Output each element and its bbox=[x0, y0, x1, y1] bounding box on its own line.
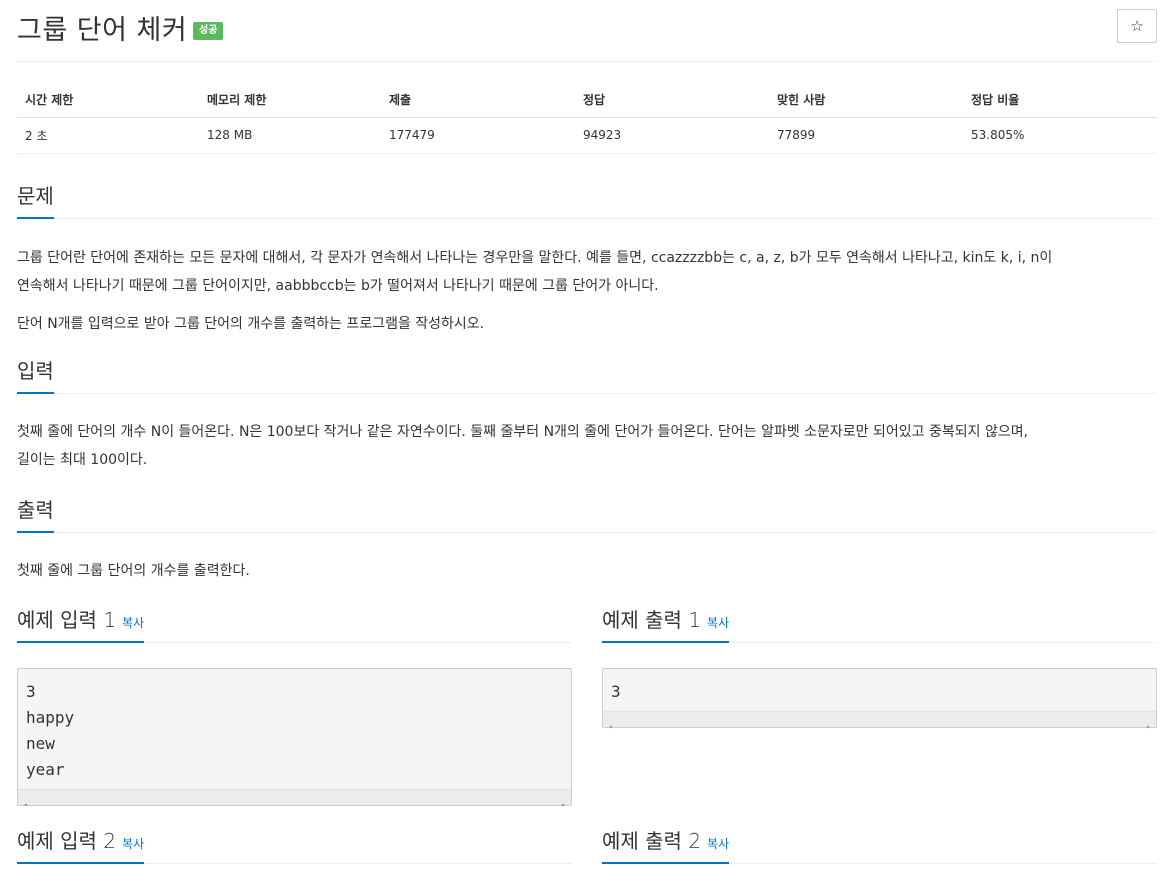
sample-output-1-code[interactable]: 3 ◂ ▸ bbox=[602, 667, 1157, 731]
status-badge: 성공 bbox=[193, 22, 224, 40]
sample-output-1-heading: 예제 출력 1 복사 bbox=[602, 607, 1157, 643]
stats-header-memory-limit: 메모리 제한 bbox=[199, 83, 381, 118]
output-body: 첫째 줄에 그룹 단어의 개수를 출력한다. bbox=[17, 557, 1157, 585]
problem-page: 그룹 단어 체커 성공 ☆ 시간 제한 메모리 제한 제출 정답 맞힌 사람 정… bbox=[0, 0, 1165, 890]
stats-header-row: 시간 제한 메모리 제한 제출 정답 맞힌 사람 정답 비율 bbox=[17, 83, 1157, 118]
horizontal-scrollbar[interactable]: ◂ ▸ bbox=[603, 710, 1156, 731]
output-heading: 출력 bbox=[17, 497, 1157, 533]
copy-sample-input-1-link[interactable]: 복사 bbox=[122, 616, 144, 630]
description-heading: 문제 bbox=[17, 183, 1157, 219]
input-heading: 입력 bbox=[17, 358, 1157, 394]
horizontal-scrollbar[interactable]: ◂ ▸ bbox=[18, 788, 571, 809]
sample-output-2-label: 예제 출력 2 bbox=[602, 828, 702, 853]
copy-sample-input-2-link[interactable]: 복사 bbox=[122, 837, 144, 851]
sample-input-2-label: 예제 입력 2 bbox=[17, 828, 117, 853]
sample-input-2-heading: 예제 입력 2 복사 bbox=[17, 828, 572, 864]
scroll-left-arrow-icon[interactable]: ◂ bbox=[23, 792, 28, 818]
scroll-right-arrow-icon[interactable]: ▸ bbox=[1146, 714, 1151, 740]
copy-sample-output-2-link[interactable]: 복사 bbox=[707, 837, 729, 851]
problem-stats-table: 시간 제한 메모리 제한 제출 정답 맞힌 사람 정답 비율 2 초 128 M… bbox=[17, 83, 1157, 154]
stats-header-accepted: 정답 bbox=[575, 83, 769, 118]
sample-output-1-block: 예제 출력 1 복사 3 ◂ ▸ bbox=[602, 607, 1157, 806]
description-body: 그룹 단어란 단어에 존재하는 모든 문자에 대해서, 각 문자가 연속해서 나… bbox=[17, 244, 1157, 338]
copy-sample-output-1-link[interactable]: 복사 bbox=[707, 616, 729, 630]
code-line: new bbox=[26, 733, 55, 753]
output-line-1: 첫째 줄에 그룹 단어의 개수를 출력한다. bbox=[17, 562, 250, 579]
input-body: 첫째 줄에 단어의 개수 N이 들어온다. N은 100보다 작거나 같은 자연… bbox=[17, 418, 1157, 474]
stats-value-row: 2 초 128 MB 177479 94923 77899 53.805% bbox=[17, 117, 1157, 154]
stats-header-submissions: 제출 bbox=[381, 83, 575, 118]
stats-header-solvers: 맞힌 사람 bbox=[769, 83, 963, 118]
stats-memory-limit: 128 MB bbox=[199, 117, 381, 154]
code-line: happy bbox=[26, 707, 75, 727]
input-title: 입력 bbox=[17, 358, 54, 394]
description-title: 문제 bbox=[17, 183, 54, 219]
sample-output-2-heading: 예제 출력 2 복사 bbox=[602, 828, 1157, 864]
sample-input-1-label: 예제 입력 1 bbox=[17, 607, 117, 632]
input-line-1: 첫째 줄에 단어의 개수 N이 들어온다. N은 100보다 작거나 같은 자연… bbox=[17, 423, 1029, 440]
favorite-button[interactable]: ☆ bbox=[1117, 9, 1157, 43]
scroll-right-arrow-icon[interactable]: ▸ bbox=[561, 792, 566, 818]
output-title: 출력 bbox=[17, 497, 54, 533]
sample-output-1-label: 예제 출력 1 bbox=[602, 607, 702, 632]
input-line-2: 길이는 최대 100이다. bbox=[17, 451, 148, 468]
sample-input-2-block: 예제 입력 2 복사 bbox=[17, 828, 572, 864]
output-section: 출력 첫째 줄에 그룹 단어의 개수를 출력한다. bbox=[17, 497, 1157, 585]
stats-header-ratio: 정답 비율 bbox=[963, 83, 1157, 118]
description-section: 문제 그룹 단어란 단어에 존재하는 모든 문자에 대해서, 각 문자가 연속해… bbox=[17, 183, 1157, 338]
sample-output-2-block: 예제 출력 2 복사 bbox=[602, 828, 1157, 864]
stats-submissions: 177479 bbox=[381, 117, 575, 154]
star-icon: ☆ bbox=[1130, 17, 1144, 35]
sample-input-1-title: 예제 입력 1 복사 bbox=[17, 607, 145, 643]
sample-input-2-title: 예제 입력 2 복사 bbox=[17, 828, 145, 864]
scroll-left-arrow-icon[interactable]: ◂ bbox=[608, 714, 613, 740]
problem-title: 그룹 단어 체커 bbox=[17, 15, 188, 46]
description-line-2: 연속해서 나타나기 때문에 그룹 단어이지만, aabbbccb는 b가 떨어져… bbox=[17, 277, 659, 294]
samples-row-2: 예제 입력 2 복사 예제 출력 2 복사 bbox=[17, 828, 1157, 864]
stats-header-time-limit: 시간 제한 bbox=[17, 83, 199, 118]
description-line-3: 단어 N개를 입력으로 받아 그룹 단어의 개수를 출력하는 프로그램을 작성하… bbox=[17, 315, 485, 332]
sample-input-1-block: 예제 입력 1 복사 3 happy new year ◂ ▸ bbox=[17, 607, 572, 809]
code-line: year bbox=[26, 759, 65, 779]
stats-ratio: 53.805% bbox=[963, 117, 1157, 154]
description-line-1: 그룹 단어란 단어에 존재하는 모든 문자에 대해서, 각 문자가 연속해서 나… bbox=[17, 249, 1053, 266]
stats-time-limit: 2 초 bbox=[17, 117, 199, 154]
code-line: 3 bbox=[26, 681, 36, 701]
sample-output-1-title: 예제 출력 1 복사 bbox=[602, 607, 730, 643]
stats-solvers: 77899 bbox=[769, 117, 963, 154]
input-section: 입력 첫째 줄에 단어의 개수 N이 들어온다. N은 100보다 작거나 같은… bbox=[17, 358, 1157, 474]
sample-output-2-title: 예제 출력 2 복사 bbox=[602, 828, 730, 864]
sample-input-1-code[interactable]: 3 happy new year ◂ ▸ bbox=[17, 667, 572, 809]
samples-row-1: 예제 입력 1 복사 3 happy new year ◂ ▸ 예제 출력 1 복사 bbox=[17, 607, 1157, 809]
problem-header: 그룹 단어 체커 성공 ☆ bbox=[17, 0, 1157, 62]
stats-accepted: 94923 bbox=[575, 117, 769, 154]
code-line: 3 bbox=[611, 681, 621, 701]
sample-input-1-heading: 예제 입력 1 복사 bbox=[17, 607, 572, 643]
